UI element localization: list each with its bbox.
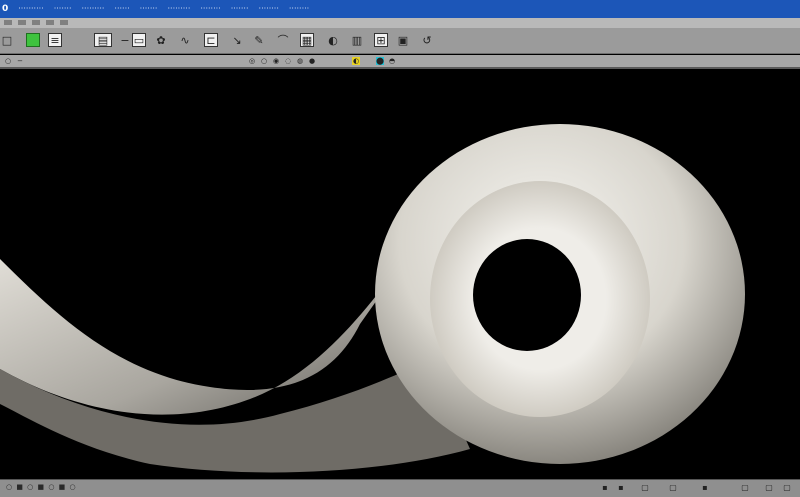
status-text: ○ ■ ○ ■ ○ ■ ○ — [6, 483, 77, 491]
menu-item[interactable]: ······ — [114, 0, 129, 18]
view-button-highlight[interactable]: ◐ — [352, 57, 360, 65]
3d-viewport[interactable] — [0, 69, 800, 479]
grid-layout-icon[interactable]: ⊞ — [374, 33, 388, 47]
status-button[interactable]: ▪ — [600, 483, 610, 493]
status-button[interactable]: ▪ — [616, 483, 626, 493]
view-toolbar: ○ − ◎ ○ ◉ ◌ ◍ ● ◐ ⬤ ◓ — [0, 55, 800, 69]
status-button[interactable]: ▢ — [764, 483, 774, 493]
grid-layout-icon[interactable]: ▣ — [396, 33, 410, 47]
menu-item[interactable]: ········ — [289, 0, 309, 18]
frame-icon[interactable]: ⊏ — [204, 33, 218, 47]
line-icon[interactable]: ↘ — [230, 33, 244, 47]
strip-button[interactable] — [32, 20, 40, 25]
layer-icon[interactable] — [26, 33, 40, 47]
view-button[interactable]: ○ — [260, 57, 268, 65]
grid-icon[interactable]: ≡ — [48, 33, 62, 47]
app-logo: 0 — [2, 4, 9, 14]
new-file-icon[interactable]: □ — [0, 33, 14, 47]
strip-button[interactable] — [46, 20, 54, 25]
menu-item[interactable]: ········ — [259, 0, 279, 18]
menu-item[interactable]: ········· — [167, 0, 190, 18]
menu-bar: 0 ·········· ······· ········· ······ ··… — [0, 0, 800, 18]
status-button[interactable]: ▪ — [700, 483, 710, 493]
view-button[interactable]: ◍ — [296, 57, 304, 65]
menu-item[interactable]: ·········· — [18, 0, 43, 18]
view-button[interactable]: ◓ — [388, 57, 396, 65]
strip-button[interactable] — [60, 20, 68, 25]
move-icon[interactable]: ⌒ — [276, 33, 290, 47]
chart-icon[interactable]: ▥ — [350, 33, 364, 47]
status-button[interactable]: ▢ — [668, 483, 678, 493]
menu-item[interactable]: ······· — [140, 0, 158, 18]
main-toolbar: □ ≡ ▤ − ▭ ✿ ∿ ⊏ ↘ ✎ ⌒ ▦ ◐ ▥ ⊞ ▣ ↺ — [0, 28, 800, 54]
view-button[interactable]: ◉ — [272, 57, 280, 65]
menu-item[interactable]: ········ — [200, 0, 220, 18]
menu-item[interactable]: ······· — [231, 0, 249, 18]
view-button[interactable]: ○ — [4, 57, 12, 65]
status-button[interactable]: ▢ — [740, 483, 750, 493]
view-button[interactable]: − — [16, 57, 24, 65]
menu-item[interactable]: ········· — [82, 0, 105, 18]
view-button-active[interactable]: ⬤ — [376, 57, 384, 65]
strip-button[interactable] — [18, 20, 26, 25]
rotate-icon[interactable]: ↺ — [420, 33, 434, 47]
minus-icon[interactable]: − — [118, 33, 132, 47]
paint-icon[interactable]: ✿ — [154, 33, 168, 47]
selection-icon[interactable]: ▭ — [132, 33, 146, 47]
status-button[interactable]: ▢ — [782, 483, 792, 493]
secondary-toolbar-strip — [0, 18, 800, 28]
pen-icon[interactable]: ✎ — [252, 33, 266, 47]
view-button[interactable]: ◌ — [284, 57, 292, 65]
text-icon[interactable]: ▦ — [300, 33, 314, 47]
status-bar: ○ ■ ○ ■ ○ ■ ○ ▪ ▪ ▢ ▢ ▪ ▢ ▢ ▢ — [0, 479, 800, 497]
3d-model-render — [0, 124, 745, 473]
strip-button[interactable] — [4, 20, 12, 25]
table-icon[interactable]: ▤ — [94, 33, 112, 47]
sphere-icon[interactable]: ◐ — [326, 33, 340, 47]
view-button[interactable]: ◎ — [248, 57, 256, 65]
menu-item[interactable]: ······· — [54, 0, 72, 18]
curve-icon[interactable]: ∿ — [178, 33, 192, 47]
status-button[interactable]: ▢ — [640, 483, 650, 493]
view-button[interactable]: ● — [308, 57, 316, 65]
